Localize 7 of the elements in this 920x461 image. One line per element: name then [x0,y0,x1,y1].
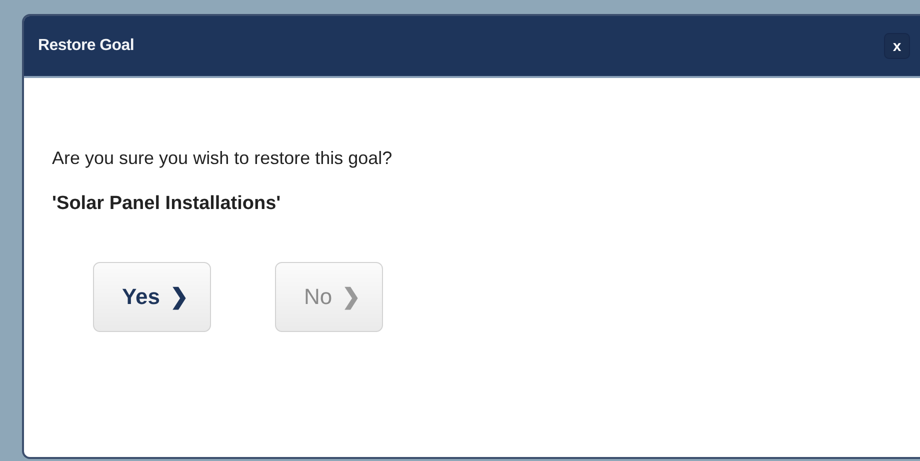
chevron-icon: ❯ [170,284,188,310]
goal-name: 'Solar Panel Installations' [52,193,282,215]
close-button[interactable]: x [884,33,910,59]
confirmation-message: Are you sure you wish to restore this goal? [52,148,394,169]
yes-button[interactable]: Yes ❯ [93,262,211,332]
dialog-title: Restore Goal [38,37,134,55]
chevron-icon: ❯ [342,284,360,310]
